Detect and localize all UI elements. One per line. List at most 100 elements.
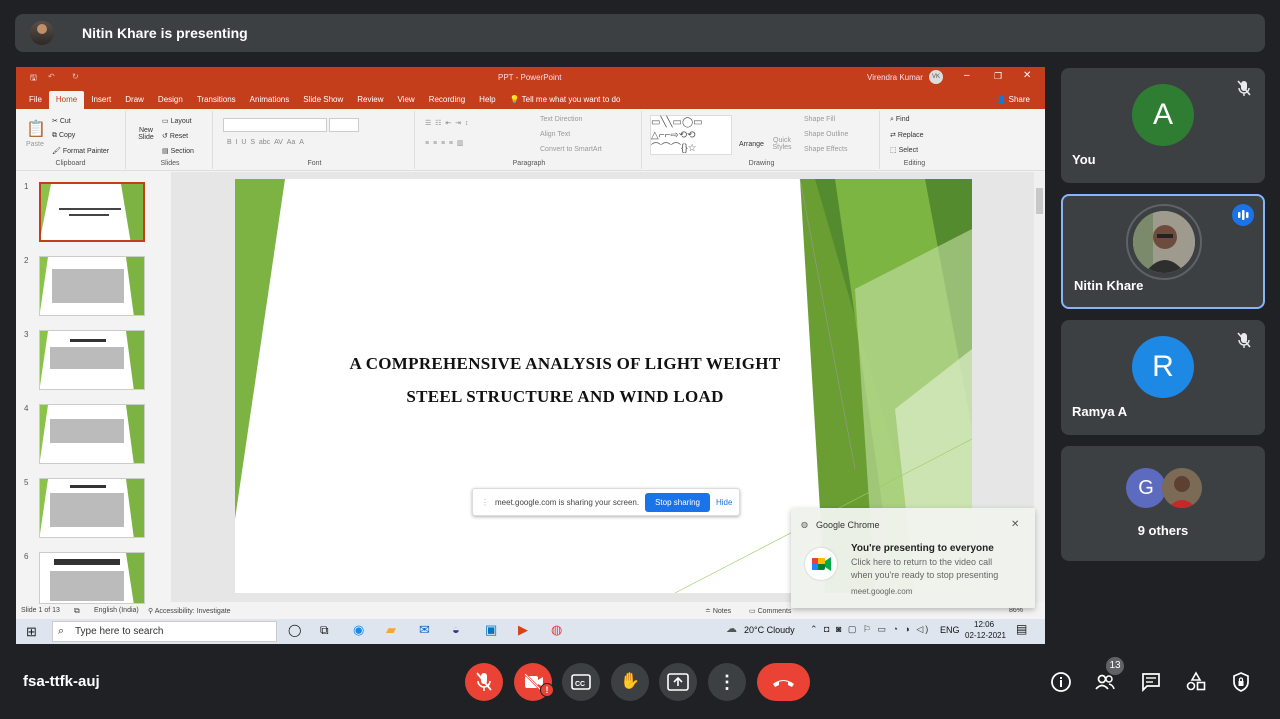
new-slide-button[interactable]: New Slide xyxy=(134,127,158,141)
slide-thumb[interactable] xyxy=(39,404,145,464)
copy-button[interactable]: ⧉ Copy xyxy=(52,132,75,140)
taskbar-search-box[interactable]: ⌕ Type here to search xyxy=(52,621,277,642)
host-controls-button[interactable] xyxy=(1229,670,1253,694)
reset-button[interactable]: ↺ Reset xyxy=(162,132,188,140)
slide-title-line-2: STEEL STRUCTURE AND WIND LOAD xyxy=(406,387,724,406)
tab-draw[interactable]: Draw xyxy=(118,91,151,109)
participant-tile-others[interactable]: G 9 others xyxy=(1061,446,1265,561)
drag-handle-icon[interactable]: ⋮ xyxy=(481,498,489,507)
leave-call-button[interactable] xyxy=(757,663,810,701)
quick-styles-button[interactable]: Quick Styles xyxy=(772,137,792,151)
tab-home[interactable]: Home xyxy=(48,91,85,109)
hide-button[interactable]: Hide xyxy=(716,498,732,507)
comments-button[interactable]: ▭ Comments xyxy=(749,607,791,615)
tab-file[interactable]: File xyxy=(22,91,49,109)
system-tray-icons[interactable]: ⌃ ◘ ◙ ▢ ⚐ ▭ ◔ ◑ ◁) xyxy=(810,624,930,635)
notification-center-icon[interactable]: ▤ xyxy=(1016,622,1027,636)
slide-thumb[interactable] xyxy=(39,478,145,538)
tab-review[interactable]: Review xyxy=(350,91,390,109)
activities-button[interactable] xyxy=(1184,670,1208,694)
tab-view[interactable]: View xyxy=(391,91,422,109)
input-language[interactable]: ENG xyxy=(940,625,960,635)
shapes-gallery[interactable]: ▭╲╲▭◯▭ △⌐⌐⇨⟲⟲ ⌒⌒⌒{}☆ xyxy=(650,115,732,155)
participant-tile-ramya[interactable]: R Ramya A xyxy=(1061,320,1265,435)
spellcheck-icon[interactable]: ⧉ xyxy=(74,606,80,616)
tab-transitions[interactable]: Transitions xyxy=(190,91,243,109)
app-icon[interactable]: ◒ xyxy=(452,622,460,637)
more-options-button[interactable]: ⋮ xyxy=(708,663,746,701)
raise-hand-button[interactable]: ✋ xyxy=(611,663,649,701)
task-view-icon[interactable]: ⧉ xyxy=(320,623,329,638)
find-button[interactable]: ⌕ Find xyxy=(890,116,910,124)
paste-label[interactable]: Paste xyxy=(26,141,44,148)
tell-me-box[interactable]: 💡 Tell me what you want to do xyxy=(503,91,628,109)
user-avatar[interactable]: VK xyxy=(929,70,943,84)
meeting-details-button[interactable] xyxy=(1049,670,1073,694)
text-direction-button[interactable]: Text Direction xyxy=(540,116,582,123)
file-explorer-icon[interactable]: ▰ xyxy=(386,622,396,638)
participant-tile-you[interactable]: A You xyxy=(1061,68,1265,183)
present-now-button[interactable] xyxy=(659,663,697,701)
list-buttons[interactable]: ☰ ☷ ⇤ ⇥ ↕ xyxy=(425,119,468,127)
slide-thumb[interactable] xyxy=(39,552,145,604)
layout-button[interactable]: ▭ Layout xyxy=(162,117,192,125)
clock-date[interactable]: 02-12-2021 xyxy=(965,631,1006,640)
replace-button[interactable]: ⇄ Replace xyxy=(890,131,924,139)
stop-sharing-button[interactable]: Stop sharing xyxy=(645,492,710,512)
chrome-notification[interactable]: ◍ Google Chrome ✕ You're presenting to e… xyxy=(791,508,1035,608)
font-name-box[interactable] xyxy=(223,118,327,132)
camera-toggle-button[interactable]: ! xyxy=(514,663,554,701)
weather-text[interactable]: 20°C Cloudy xyxy=(744,625,795,635)
accessibility-status[interactable]: ⚲ Accessibility: Investigate xyxy=(148,607,231,615)
clock-time[interactable]: 12:06 xyxy=(974,620,994,629)
tab-design[interactable]: Design xyxy=(151,91,190,109)
arrange-button[interactable]: Arrange xyxy=(739,141,764,148)
captions-button[interactable]: CC xyxy=(562,663,600,701)
tab-slide-show[interactable]: Slide Show xyxy=(296,91,350,109)
select-button[interactable]: ⬚ Select xyxy=(890,146,918,154)
minimize-icon[interactable]: – xyxy=(964,70,970,81)
save-icon[interactable]: 🖫 xyxy=(30,72,37,86)
redo-icon[interactable]: ↻ xyxy=(72,72,79,81)
font-size-box[interactable] xyxy=(329,118,359,132)
store-icon[interactable]: ▣ xyxy=(485,622,497,638)
paste-icon[interactable]: 📋 xyxy=(26,119,46,139)
cortana-icon[interactable]: ◯ xyxy=(288,623,301,637)
font-format-buttons[interactable]: B I U S abc AV Aa A xyxy=(227,139,304,146)
tab-insert[interactable]: Insert xyxy=(84,91,118,109)
notes-button[interactable]: ≐ Notes xyxy=(705,607,731,615)
maximize-icon[interactable]: ❐ xyxy=(994,71,1002,82)
slide-thumb[interactable] xyxy=(39,182,145,242)
align-buttons[interactable]: ≡ ≡ ≡ ≡ ▥ xyxy=(425,139,464,147)
align-text-button[interactable]: Align Text xyxy=(540,131,570,138)
participant-tile-presenter[interactable]: Nitin Khare xyxy=(1061,194,1265,309)
share-button[interactable]: 👤 Share xyxy=(989,91,1037,109)
convert-smartart-button[interactable]: Convert to SmartArt xyxy=(540,146,602,153)
chrome-icon[interactable]: ◍ xyxy=(551,622,562,638)
edge-icon[interactable]: ◉ xyxy=(353,622,364,638)
tab-help[interactable]: Help xyxy=(472,91,502,109)
mic-toggle-button[interactable] xyxy=(465,663,503,701)
scrollbar-thumb[interactable] xyxy=(1036,188,1043,214)
slide-thumb[interactable] xyxy=(39,330,145,390)
tab-animations[interactable]: Animations xyxy=(243,91,297,109)
zoom-level[interactable]: 86% xyxy=(1009,607,1023,614)
mail-icon[interactable]: ✉ xyxy=(419,622,430,638)
chat-button[interactable] xyxy=(1139,670,1163,694)
people-button[interactable]: 13 xyxy=(1093,657,1124,694)
windows-start-icon[interactable]: ⊞ xyxy=(26,624,37,640)
notification-close-icon[interactable]: ✕ xyxy=(1011,519,1019,530)
shape-effects-button[interactable]: Shape Effects xyxy=(804,146,847,153)
cut-button[interactable]: ✂ Cut xyxy=(52,117,71,125)
close-icon[interactable]: ✕ xyxy=(1023,70,1031,81)
powerpoint-icon[interactable]: ▶ xyxy=(518,622,528,638)
slide-thumb[interactable] xyxy=(39,256,145,316)
tab-recording[interactable]: Recording xyxy=(422,91,472,109)
language-status[interactable]: English (India) xyxy=(94,607,139,614)
section-button[interactable]: ▤ Section xyxy=(162,147,194,155)
shape-fill-button[interactable]: Shape Fill xyxy=(804,116,835,123)
vertical-scrollbar[interactable] xyxy=(1034,172,1045,602)
format-painter-button[interactable]: 🖌 Format Painter xyxy=(52,147,109,155)
shape-outline-button[interactable]: Shape Outline xyxy=(804,131,848,138)
undo-icon[interactable]: ↶ xyxy=(48,72,55,81)
